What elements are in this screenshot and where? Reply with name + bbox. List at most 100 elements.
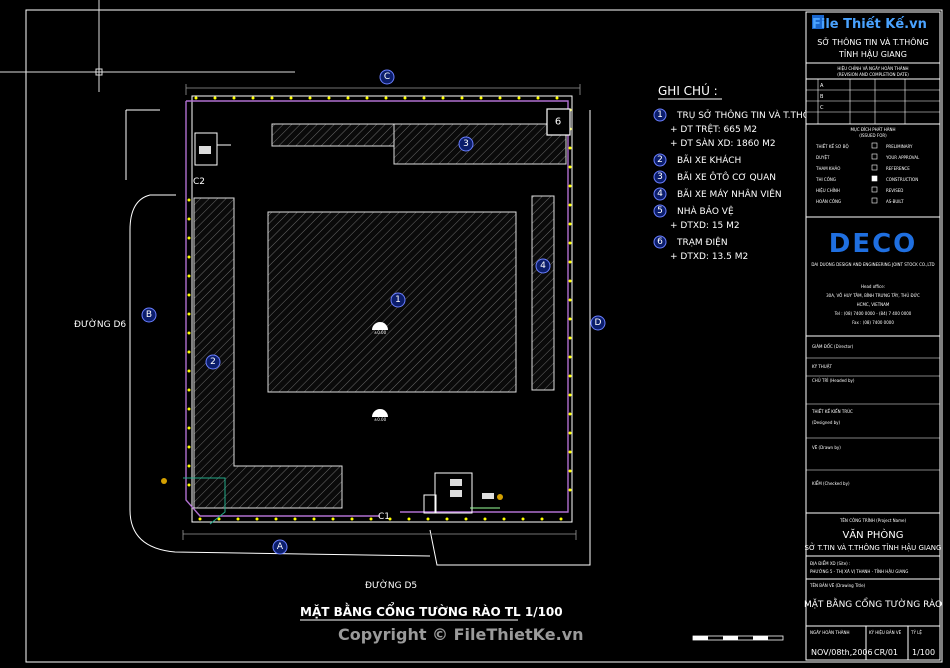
fence-post	[187, 236, 191, 240]
note-sub: + DTXD: 15 M2	[670, 221, 740, 231]
status-vi: HIỆU CHỈNH	[816, 188, 840, 193]
status-vi: HOÀN CÔNG	[816, 199, 841, 204]
fence-post	[483, 517, 487, 521]
fence-post	[331, 517, 335, 521]
road-name-d6: ĐƯỜNG D6	[74, 318, 126, 330]
note-item-6: 6 TRẠM ĐIỆN + DTXD: 13.5 M2	[653, 235, 748, 262]
fence-post	[255, 517, 259, 521]
note-text: BÃI XE MÁY NHÂN VIÊN	[677, 188, 782, 200]
svg-text:1: 1	[395, 295, 401, 305]
zone-3-parking-car-strip	[271, 123, 395, 147]
svg-text:±0.00: ±0.00	[374, 417, 387, 422]
project-location: PHƯỜNG 5 - THỊ XÃ VỊ THANH - TỈNH HẬU GI…	[810, 569, 908, 574]
fence-post	[198, 517, 202, 521]
firm-address-line: Head office:	[861, 284, 885, 289]
fence-post	[293, 517, 297, 521]
fence-post	[568, 374, 572, 378]
svg-text:TÊN CÔNG TRÌNH (Project Name): TÊN CÔNG TRÌNH (Project Name)	[839, 518, 907, 523]
role-label: GIÁM ĐỐC (Director)	[812, 344, 854, 349]
fence-post	[187, 350, 191, 354]
note-text: TRỤ SỞ THÔNG TIN VÀ T.THÔNG	[676, 109, 824, 121]
status-en: REFERENCE	[886, 166, 910, 171]
svg-text:MỤC ĐÍCH PHÁT HÀNH: MỤC ĐÍCH PHÁT HÀNH	[850, 127, 895, 132]
note-text: TRẠM ĐIỆN	[676, 236, 728, 248]
fence-post	[365, 96, 369, 100]
status-checkbox	[871, 175, 878, 182]
fence-post	[187, 464, 191, 468]
fence-post	[187, 407, 191, 411]
fence-post	[187, 331, 191, 335]
owner-line1: SỞ THÔNG TIN VÀ T.THÔNG	[817, 36, 928, 47]
svg-text:(ISSUED FOR): (ISSUED FOR)	[859, 133, 887, 138]
axis-bubble-a: A	[272, 539, 288, 555]
status-vi: THI CÔNG	[815, 177, 836, 182]
road-name-d5: ĐƯỜNG D5	[365, 579, 417, 591]
note-sub: + DT TRỆT: 665 M2	[670, 123, 757, 135]
fence-post	[350, 517, 354, 521]
fence-post	[187, 293, 191, 297]
svg-text:HIỆU CHỈNH VÀ NGÀY HOÀN THÀNH: HIỆU CHỈNH VÀ NGÀY HOÀN THÀNH	[837, 66, 908, 71]
zone-label-2: 2	[205, 354, 221, 370]
fence-post	[384, 96, 388, 100]
role-label: (Designed by)	[812, 420, 841, 425]
firm-address-line: Fax : (08) 7400 0000	[852, 320, 894, 325]
project-line1: VĂN PHÒNG	[843, 528, 904, 541]
fence-post	[187, 483, 191, 487]
fence-post	[502, 517, 506, 521]
note-item-4: 4 BÃI XE MÁY NHÂN VIÊN	[653, 187, 782, 201]
gate-label-c2: C2	[193, 177, 205, 187]
fence-post	[568, 222, 572, 226]
svg-text:2: 2	[210, 357, 216, 367]
svg-text:±0.00: ±0.00	[374, 330, 387, 335]
zone-label-3: 3	[458, 136, 474, 152]
revision-label: A	[820, 83, 824, 89]
note-item-5: 5 NHÀ BẢO VỆ + DTXD: 15 M2	[653, 204, 740, 231]
sheet-number: CR/01	[874, 648, 898, 657]
axis-bubble-b: B	[141, 307, 157, 323]
status-vi: DUYỆT	[816, 155, 830, 160]
note-number: 1	[657, 110, 663, 120]
fence-post	[568, 146, 572, 150]
owner-line2: TỈNH HẬU GIANG	[838, 48, 907, 60]
copyright-watermark: Copyright © FileThietKe.vn	[338, 625, 584, 644]
status-en: YOUR APPROVAL	[885, 155, 920, 160]
svg-text:(REVISION AND COMPLETION DATE): (REVISION AND COMPLETION DATE)	[837, 72, 909, 77]
svg-text:KÝ HIỆU BẢN VẼ: KÝ HIỆU BẢN VẼ	[869, 630, 902, 635]
note-number: 2	[657, 155, 663, 165]
fence-post	[308, 96, 312, 100]
fence-post	[479, 96, 483, 100]
fence-post	[445, 517, 449, 521]
fence-post	[498, 96, 502, 100]
fence-post	[422, 96, 426, 100]
fence-post	[426, 517, 430, 521]
status-en: REVISED	[886, 188, 903, 193]
zone-label-4: 4	[535, 258, 551, 274]
fence-post	[441, 96, 445, 100]
gate-label-c1: C1	[378, 512, 390, 522]
svg-text:3: 3	[463, 139, 469, 149]
status-en: CONSTRUCTION	[886, 177, 918, 182]
fence-post	[568, 279, 572, 283]
fence-post	[213, 96, 217, 100]
fence-post	[194, 96, 198, 100]
notes-heading: GHI CHÚ :	[658, 83, 718, 98]
axis-bubble-d: D	[590, 315, 606, 331]
note-text: BÃI XE KHÁCH	[677, 154, 741, 166]
fence-post	[559, 517, 563, 521]
cad-drawing-canvas[interactable]: ±0.00 ±0.00 3 1 4 2 6 C B D A C2 C1 ĐƯỜN…	[0, 0, 950, 668]
fence-post	[232, 96, 236, 100]
svg-text:TỶ LỆ: TỶ LỆ	[910, 630, 922, 635]
note-sub: + DT SÀN XD: 1860 M2	[670, 137, 776, 149]
fence-post	[460, 96, 464, 100]
level-mark-2: ±0.00	[372, 409, 388, 422]
fence-post	[407, 517, 411, 521]
fence-post	[568, 469, 572, 473]
note-item-1: 1 TRỤ SỞ THÔNG TIN VÀ T.THÔNG + DT TRỆT: 6…	[653, 108, 824, 149]
title-block: File Thiết Kế.vn SỞ THÔNG TIN VÀ T.THÔNG…	[804, 11, 942, 661]
status-vi: THIẾT KẾ SƠ BỘ	[815, 143, 849, 149]
svg-text:D: D	[595, 318, 602, 328]
status-vi: THAM KHẢO	[815, 166, 840, 171]
axis-bubble-c: C	[379, 69, 395, 85]
fence-post	[187, 274, 191, 278]
note-text: BÃI XE ÔTÔ CƠ QUAN	[677, 171, 776, 183]
